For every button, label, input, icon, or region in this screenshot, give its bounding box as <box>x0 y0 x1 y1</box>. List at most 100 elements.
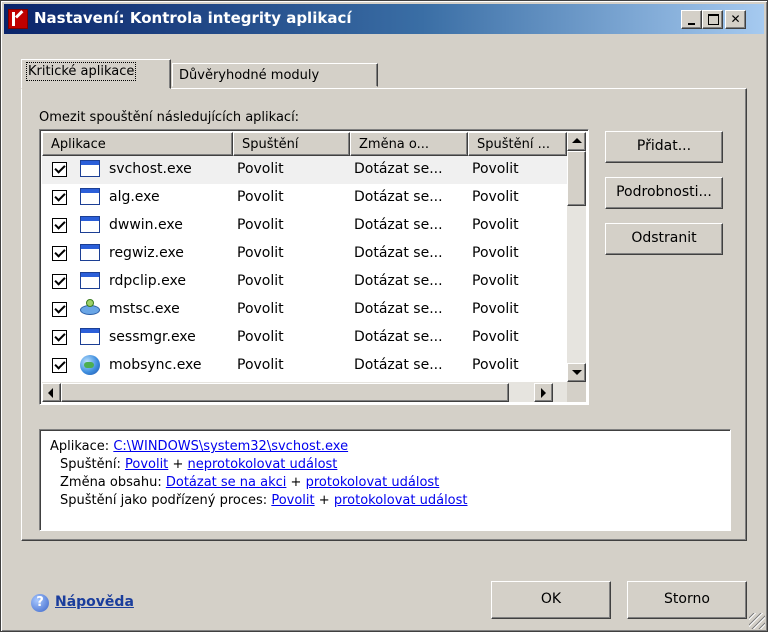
plus-separator: + <box>290 475 302 490</box>
child-value: Povolit <box>472 357 519 373</box>
title-bar[interactable]: Nastavení: Kontrola integrity aplikací ✕ <box>4 4 764 34</box>
arrow-left-icon <box>48 388 53 398</box>
column-header-content-change[interactable]: Změna o... <box>350 132 468 156</box>
vertical-scroll-thumb[interactable] <box>567 151 586 206</box>
child-value: Povolit <box>472 189 519 205</box>
horizontal-scrollbar[interactable] <box>42 382 567 402</box>
change-action-link[interactable]: Dotázat se na akci <box>166 475 287 490</box>
row-checkbox[interactable] <box>52 302 67 317</box>
app-name: dwwin.exe <box>109 217 183 233</box>
child-value: Povolit <box>472 329 519 345</box>
app-name: mstsc.exe <box>109 301 180 317</box>
change-label: Změna obsahu: <box>60 475 162 490</box>
run-action-link[interactable]: Povolit <box>125 457 168 472</box>
scroll-left-button[interactable] <box>42 383 61 402</box>
list-row[interactable]: mstsc.exe Povolit Dotázat se... Povolit <box>42 296 567 324</box>
change-log-link[interactable]: protokolovat událost <box>306 475 440 490</box>
list-header: Aplikace Spuštění Změna o... Spuštění ..… <box>42 132 567 156</box>
maximize-button[interactable] <box>702 10 723 29</box>
app-name: svchost.exe <box>109 161 192 177</box>
cancel-button[interactable]: Storno <box>627 581 747 619</box>
tab-trusted-modules-label: Důvěryhodné moduly <box>179 68 320 83</box>
change-value: Dotázat se... <box>354 329 443 345</box>
change-value: Dotázat se... <box>354 189 443 205</box>
change-value: Dotázat se... <box>354 301 443 317</box>
row-checkbox[interactable] <box>52 358 67 373</box>
run-value: Povolit <box>237 301 284 317</box>
list-row[interactable]: rdpclip.exe Povolit Dotázat se... Povoli… <box>42 268 567 296</box>
help-icon: ? <box>31 594 49 612</box>
change-value: Dotázat se... <box>354 217 443 233</box>
column-header-application[interactable]: Aplikace <box>42 132 233 156</box>
globe-icon <box>80 355 100 375</box>
list-row[interactable]: regwiz.exe Povolit Dotázat se... Povolit <box>42 240 567 268</box>
row-checkbox[interactable] <box>52 162 67 177</box>
run-value: Povolit <box>237 357 284 373</box>
window-icon <box>80 188 100 205</box>
details-child-line: Spuštění jako podřízený proces: Povolit … <box>50 492 720 510</box>
run-value: Povolit <box>237 161 284 177</box>
run-label: Spuštění: <box>60 457 121 472</box>
list-row[interactable]: svchost.exe Povolit Dotázat se... Povoli… <box>42 156 567 184</box>
window-icon <box>80 216 100 233</box>
resize-grip[interactable] <box>749 613 765 629</box>
run-log-link[interactable]: neprotokolovat událost <box>187 457 337 472</box>
run-value: Povolit <box>237 329 284 345</box>
details-box: Aplikace: C:\WINDOWS\system32\svchost.ex… <box>39 429 731 531</box>
scrollbar-corner <box>567 382 586 402</box>
run-value: Povolit <box>237 217 284 233</box>
plus-separator: + <box>318 493 330 508</box>
child-log-link[interactable]: protokolovat událost <box>334 493 468 508</box>
plus-separator: + <box>172 457 184 472</box>
child-value: Povolit <box>472 217 519 233</box>
list-caption: Omezit spouštění následujících aplikací: <box>39 110 300 125</box>
list-row[interactable]: alg.exe Povolit Dotázat se... Povolit <box>42 184 567 212</box>
settings-dialog: Nastavení: Kontrola integrity aplikací ✕… <box>0 0 768 632</box>
applications-list[interactable]: Aplikace Spuštění Změna o... Spuštění ..… <box>39 129 589 405</box>
arrow-up-icon <box>572 138 582 143</box>
list-rows: svchost.exe Povolit Dotázat se... Povoli… <box>42 156 567 382</box>
row-checkbox[interactable] <box>52 190 67 205</box>
column-header-run[interactable]: Spuštění <box>233 132 350 156</box>
change-value: Dotázat se... <box>354 357 443 373</box>
list-row[interactable]: dwwin.exe Povolit Dotázat se... Povolit <box>42 212 567 240</box>
row-checkbox[interactable] <box>52 218 67 233</box>
app-name: mobsync.exe <box>109 357 202 373</box>
run-value: Povolit <box>237 273 284 289</box>
add-button[interactable]: Přidat... <box>605 131 723 163</box>
network-icon <box>80 299 100 319</box>
scroll-right-button[interactable] <box>534 383 553 402</box>
window-icon <box>80 328 100 345</box>
window-icon <box>80 160 100 177</box>
child-label: Spuštění jako podřízený proces: <box>60 493 268 508</box>
details-app-line: Aplikace: C:\WINDOWS\system32\svchost.ex… <box>50 438 720 456</box>
row-checkbox[interactable] <box>52 246 67 261</box>
window-icon <box>80 272 100 289</box>
details-run-line: Spuštění: Povolit + neprotokolovat událo… <box>50 456 720 474</box>
child-action-link[interactable]: Povolit <box>271 493 314 508</box>
tab-trusted-modules[interactable]: Důvěryhodné moduly <box>172 63 378 87</box>
tab-critical-apps[interactable]: Kritické aplikace <box>21 59 171 89</box>
horizontal-scroll-thumb[interactable] <box>61 383 509 402</box>
vertical-scrollbar[interactable] <box>567 132 586 382</box>
child-value: Povolit <box>472 161 519 177</box>
remove-button[interactable]: Odstranit <box>605 223 723 255</box>
close-button[interactable]: ✕ <box>725 10 746 29</box>
app-path-link[interactable]: C:\WINDOWS\system32\svchost.exe <box>113 439 348 454</box>
row-checkbox[interactable] <box>52 330 67 345</box>
details-button[interactable]: Podrobnosti... <box>605 177 723 209</box>
scroll-down-button[interactable] <box>567 363 586 382</box>
column-header-child-run[interactable]: Spuštění ... <box>468 132 567 156</box>
help-link[interactable]: Nápověda <box>55 594 134 610</box>
change-value: Dotázat se... <box>354 273 443 289</box>
list-row[interactable]: sessmgr.exe Povolit Dotázat se... Povoli… <box>42 324 567 352</box>
run-value: Povolit <box>237 189 284 205</box>
list-row[interactable]: mobsync.exe Povolit Dotázat se... Povoli… <box>42 352 567 380</box>
scroll-up-button[interactable] <box>567 132 586 151</box>
arrow-right-icon <box>541 388 546 398</box>
minimize-button[interactable] <box>681 10 702 29</box>
app-name: rdpclip.exe <box>109 273 186 289</box>
change-value: Dotázat se... <box>354 245 443 261</box>
ok-button[interactable]: OK <box>491 581 611 619</box>
row-checkbox[interactable] <box>52 274 67 289</box>
